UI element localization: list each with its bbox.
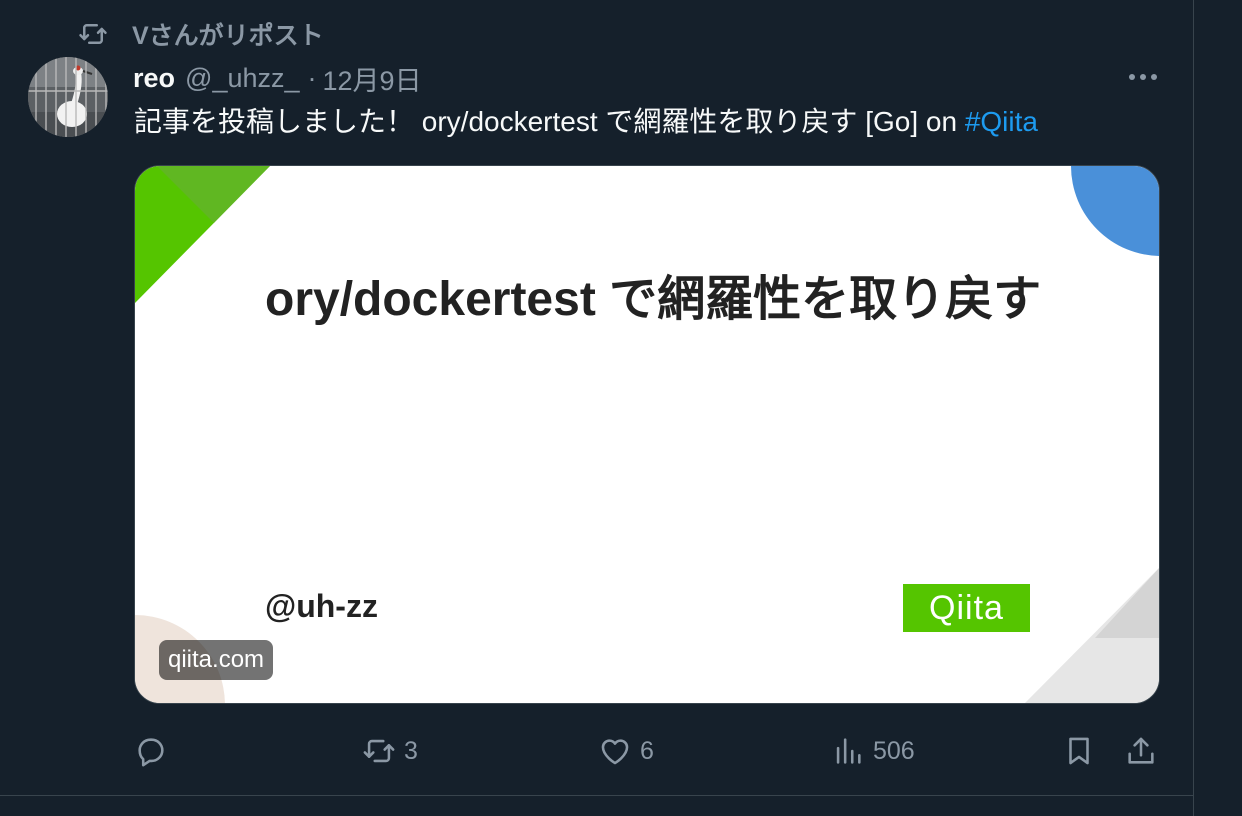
bookmark-button[interactable] — [1062, 728, 1096, 774]
reply-button[interactable] — [134, 728, 168, 774]
views-chart-icon — [836, 738, 861, 764]
bookmark-icon — [1069, 737, 1089, 765]
tweet-timestamp[interactable]: 12月9日 — [323, 59, 422, 98]
repost-icon — [79, 24, 107, 44]
timeline-column: Vさんがリポスト reo @_uhzz_ · 12月9日 記事を投稿しました！ … — [0, 0, 1194, 816]
views-count: 506 — [873, 736, 915, 765]
like-count: 6 — [640, 736, 654, 765]
tweet-header: reo @_uhzz_ · 12月9日 — [133, 60, 422, 96]
share-button[interactable] — [1124, 728, 1158, 774]
repost-button[interactable]: 3 — [362, 728, 418, 774]
tweet-divider — [0, 795, 1194, 796]
tweet-text: 記事を投稿しました！ ory/dockertest で網羅性を取り戻す [Go]… — [134, 102, 1038, 142]
share-icon — [1128, 737, 1154, 764]
hashtag-link[interactable]: #Qiita — [965, 106, 1038, 137]
author-name[interactable]: reo — [133, 63, 175, 94]
repost-count: 3 — [404, 736, 418, 765]
repost-indicator: Vさんがリポスト — [78, 18, 324, 50]
reply-icon — [138, 738, 164, 767]
card-corner-blue — [1071, 166, 1159, 256]
repost-icon — [363, 739, 395, 763]
card-author: @uh-zz — [265, 588, 378, 624]
heart-icon — [601, 739, 629, 765]
qiita-logo: Qiita — [903, 584, 1030, 632]
more-options-button[interactable] — [1124, 62, 1162, 92]
avatar-image — [28, 57, 108, 137]
link-card[interactable]: ory/dockertest で網羅性を取り戻す @uh-zz Qiita qi… — [134, 165, 1160, 704]
card-domain-badge: qiita.com — [159, 640, 274, 680]
repost-label[interactable]: Vさんがリポスト — [132, 16, 324, 52]
action-bar: 3 6 506 — [134, 728, 1164, 774]
card-title: ory/dockertest で網羅性を取り戻す — [265, 273, 1042, 326]
like-button[interactable]: 6 — [598, 728, 654, 774]
author-handle[interactable]: @_uhzz_ — [185, 63, 299, 94]
avatar[interactable] — [28, 57, 108, 137]
tweet[interactable]: Vさんがリポスト reo @_uhzz_ · 12月9日 記事を投稿しました！ … — [0, 0, 1194, 795]
tweet-body-text: 記事を投稿しました！ ory/dockertest で網羅性を取り戻す [Go]… — [134, 106, 965, 137]
qiita-logo-text: Qiita — [929, 588, 1004, 627]
views-button[interactable]: 506 — [831, 728, 915, 774]
header-separator: · — [307, 62, 317, 93]
more-dots-icon — [1129, 74, 1157, 80]
right-column — [1195, 0, 1242, 816]
